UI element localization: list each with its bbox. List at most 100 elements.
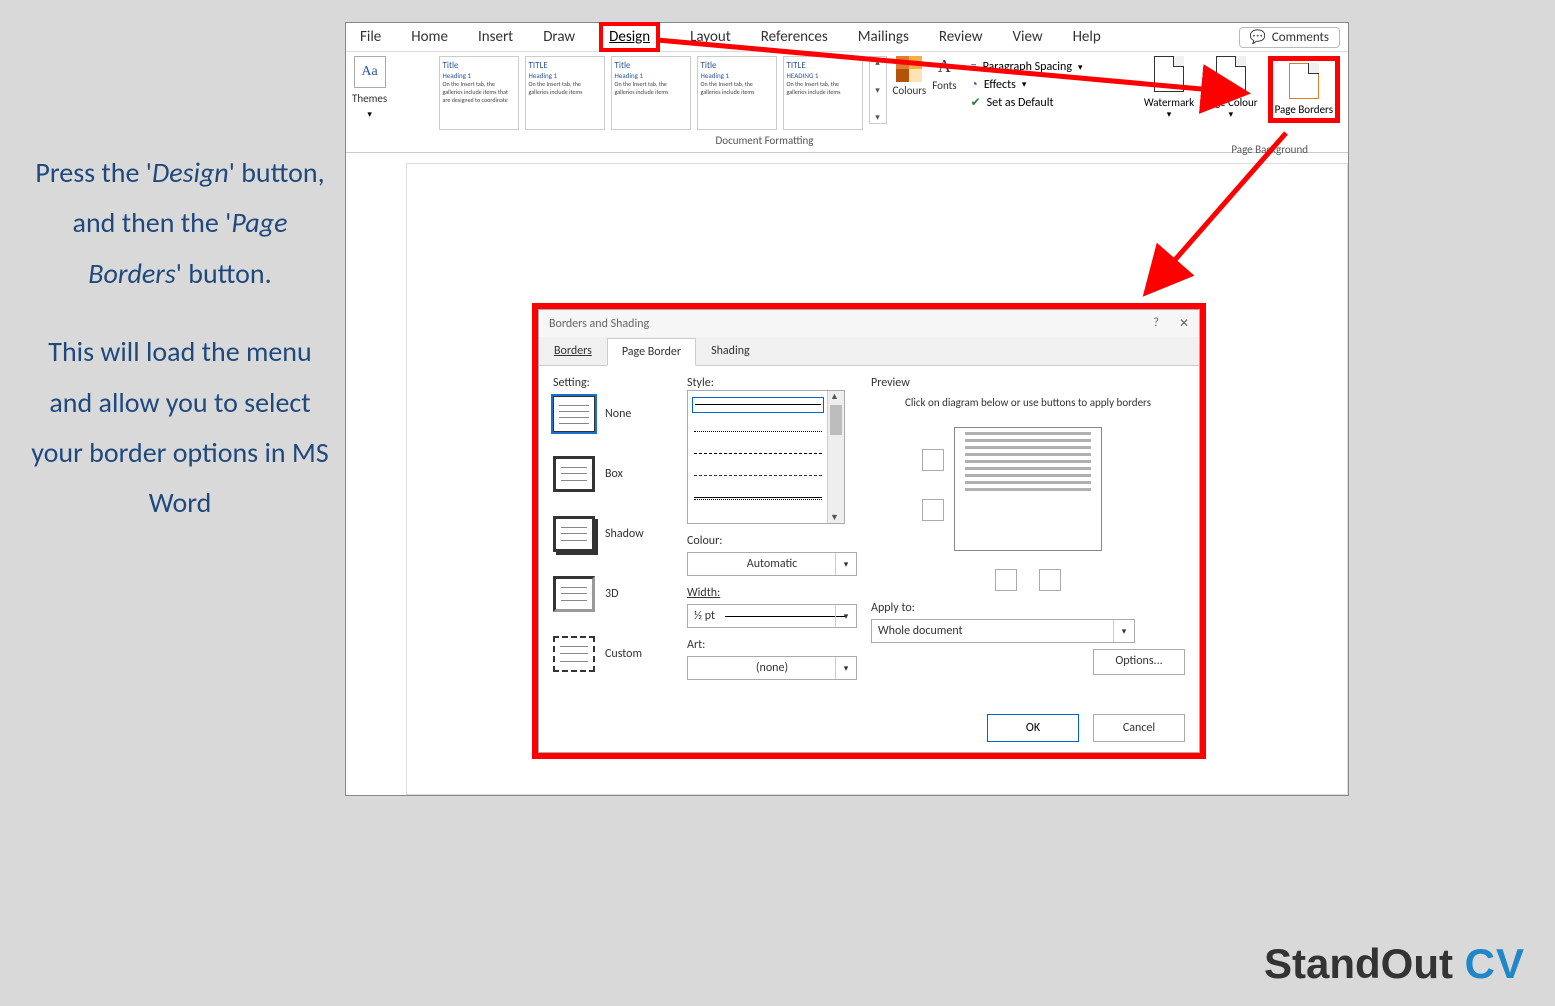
tab-mailings[interactable]: Mailings bbox=[852, 26, 915, 48]
style-gallery-item[interactable]: TitleHeading 1On the Insert tab, the gal… bbox=[697, 56, 777, 130]
comment-icon: 💬 bbox=[1250, 30, 1266, 45]
style-column: Style: Colour: Automatic▾ Width: ½ pt▾ bbox=[687, 376, 857, 690]
chevron-down-icon: ▾ bbox=[1022, 79, 1027, 90]
fonts-button[interactable]: A Fonts bbox=[932, 56, 956, 92]
fonts-icon: A bbox=[938, 56, 951, 77]
setting-custom-label: Custom bbox=[605, 647, 642, 661]
paragraph-spacing-button[interactable]: ≡Paragraph Spacing▾ bbox=[971, 60, 1083, 74]
set-default-button[interactable]: ✔Set as Default bbox=[971, 95, 1083, 110]
setting-3d-label: 3D bbox=[605, 587, 618, 601]
themes-label: Themes bbox=[352, 92, 387, 105]
close-icon[interactable]: ✕ bbox=[1179, 316, 1189, 331]
page-colour-button[interactable]: Page Colour ▾ bbox=[1204, 56, 1257, 120]
style-label: Style: bbox=[687, 376, 857, 390]
ok-button[interactable]: OK bbox=[987, 714, 1079, 742]
chevron-down-icon: ▾ bbox=[835, 605, 856, 627]
colours-button[interactable]: Colours bbox=[893, 56, 927, 97]
chevron-down-icon: ▾ bbox=[1078, 62, 1083, 73]
ribbon: Aa Themes ▾ TitleHeading 1On the Insert … bbox=[346, 51, 1348, 153]
dialog-tabs: Borders Page Border Shading bbox=[539, 337, 1199, 366]
chevron-down-icon: ▾ bbox=[1113, 620, 1134, 642]
preview-page[interactable] bbox=[954, 427, 1102, 551]
setting-shadow-thumb bbox=[553, 516, 595, 552]
setting-3d-thumb bbox=[553, 576, 595, 612]
colour-value: Automatic bbox=[747, 557, 797, 571]
tab-review[interactable]: Review bbox=[933, 26, 989, 48]
dialog-highlight: Borders and Shading ?✕ Borders Page Bord… bbox=[532, 303, 1206, 759]
tab-layout[interactable]: Layout bbox=[684, 26, 737, 48]
chevron-down-icon: ▾ bbox=[835, 553, 856, 575]
style-gallery-item[interactable]: TitleHeading 1On the Insert tab, the gal… bbox=[611, 56, 691, 130]
style-gallery-item[interactable]: TitleHeading 1On the Insert tab, the gal… bbox=[439, 56, 519, 130]
tab-borders[interactable]: Borders bbox=[539, 337, 607, 365]
gallery-nav[interactable]: ▴▾▾ bbox=[869, 56, 887, 124]
tab-view[interactable]: View bbox=[1006, 26, 1048, 48]
page-colour-icon bbox=[1216, 56, 1246, 92]
paragraph-icon: ≡ bbox=[971, 60, 977, 74]
themes-group: Aa Themes ▾ bbox=[346, 52, 393, 152]
art-dropdown[interactable]: (none)▾ bbox=[687, 656, 857, 680]
tab-shading[interactable]: Shading bbox=[696, 337, 765, 365]
tab-help[interactable]: Help bbox=[1067, 26, 1107, 48]
tab-design[interactable]: Design bbox=[599, 22, 660, 52]
tab-home[interactable]: Home bbox=[405, 26, 454, 48]
setting-none-label: None bbox=[605, 407, 631, 421]
colours-label: Colours bbox=[893, 84, 927, 97]
setting-label: Setting: bbox=[553, 376, 673, 390]
art-value: (none) bbox=[756, 661, 788, 675]
comments-button[interactable]: 💬 Comments bbox=[1239, 27, 1340, 48]
setting-none-thumb bbox=[553, 396, 595, 432]
edge-left-button[interactable] bbox=[995, 569, 1017, 591]
help-icon[interactable]: ? bbox=[1153, 316, 1159, 331]
effects-icon: ◔ bbox=[971, 77, 978, 92]
comments-label: Comments bbox=[1272, 30, 1329, 45]
edge-bottom-button[interactable] bbox=[922, 499, 944, 521]
setting-3d[interactable]: 3D bbox=[553, 576, 673, 612]
width-value: ½ pt bbox=[694, 609, 715, 623]
width-dropdown[interactable]: ½ pt ▾ bbox=[687, 604, 857, 628]
scrollbar[interactable] bbox=[827, 391, 844, 523]
setting-custom-thumb bbox=[553, 636, 595, 672]
setting-shadow[interactable]: Shadow bbox=[553, 516, 673, 552]
edge-right-button[interactable] bbox=[1039, 569, 1061, 591]
setting-none[interactable]: None bbox=[553, 396, 673, 432]
setting-box-thumb bbox=[553, 456, 595, 492]
fonts-label: Fonts bbox=[932, 79, 956, 92]
style-listbox[interactable] bbox=[687, 390, 845, 524]
page-borders-button[interactable]: Page Borders bbox=[1275, 63, 1333, 116]
formatting-options: ≡Paragraph Spacing▾ ◔Effects▾ ✔Set as De… bbox=[963, 56, 1091, 114]
apply-label: Apply to: bbox=[871, 601, 1185, 615]
chevron-down-icon: ▾ bbox=[875, 85, 880, 96]
setting-shadow-label: Shadow bbox=[605, 527, 644, 541]
setting-box[interactable]: Box bbox=[553, 456, 673, 492]
tab-references[interactable]: References bbox=[755, 26, 834, 48]
cancel-button[interactable]: Cancel bbox=[1093, 714, 1185, 742]
watermark-icon bbox=[1154, 56, 1184, 92]
style-gallery-item[interactable]: TITLEHEADING 1On the Insert tab, the gal… bbox=[783, 56, 863, 130]
page-background-group: Watermark ▾ Page Colour ▾ Page Borders bbox=[1136, 52, 1348, 152]
standoutcv-logo: StandOut CV bbox=[1264, 940, 1525, 988]
tab-page-border[interactable]: Page Border bbox=[607, 338, 696, 366]
style-gallery-item[interactable]: TITLEHeading 1On the Insert tab, the gal… bbox=[525, 56, 605, 130]
edge-top-button[interactable] bbox=[922, 449, 944, 471]
colour-dropdown[interactable]: Automatic ▾ bbox=[687, 552, 857, 576]
instruction-text: Press the 'Design' button, and then the … bbox=[25, 120, 335, 557]
tab-file[interactable]: File bbox=[354, 26, 387, 48]
apply-to-dropdown[interactable]: Whole document▾ bbox=[871, 619, 1135, 643]
tab-draw[interactable]: Draw bbox=[537, 26, 581, 48]
chevron-down-icon: ▾ bbox=[1167, 109, 1172, 120]
effects-button[interactable]: ◔Effects▾ bbox=[971, 77, 1083, 92]
themes-button[interactable]: Aa Themes ▾ bbox=[352, 56, 387, 120]
setting-box-label: Box bbox=[605, 467, 623, 481]
page-colour-label: Page Colour bbox=[1204, 96, 1257, 109]
tab-insert[interactable]: Insert bbox=[472, 26, 519, 48]
page-background-label: Page Background bbox=[1231, 143, 1308, 156]
page-borders-label: Page Borders bbox=[1275, 103, 1333, 116]
options-button[interactable]: Options... bbox=[1093, 649, 1185, 675]
setting-custom[interactable]: Custom bbox=[553, 636, 673, 672]
watermark-button[interactable]: Watermark ▾ bbox=[1144, 56, 1194, 120]
dialog-footer: OK Cancel bbox=[539, 704, 1199, 752]
preview-hint: Click on diagram below or use buttons to… bbox=[881, 396, 1175, 409]
borders-shading-dialog: Borders and Shading ?✕ Borders Page Bord… bbox=[538, 309, 1200, 753]
setting-column: Setting: None Box Shadow bbox=[553, 376, 673, 690]
